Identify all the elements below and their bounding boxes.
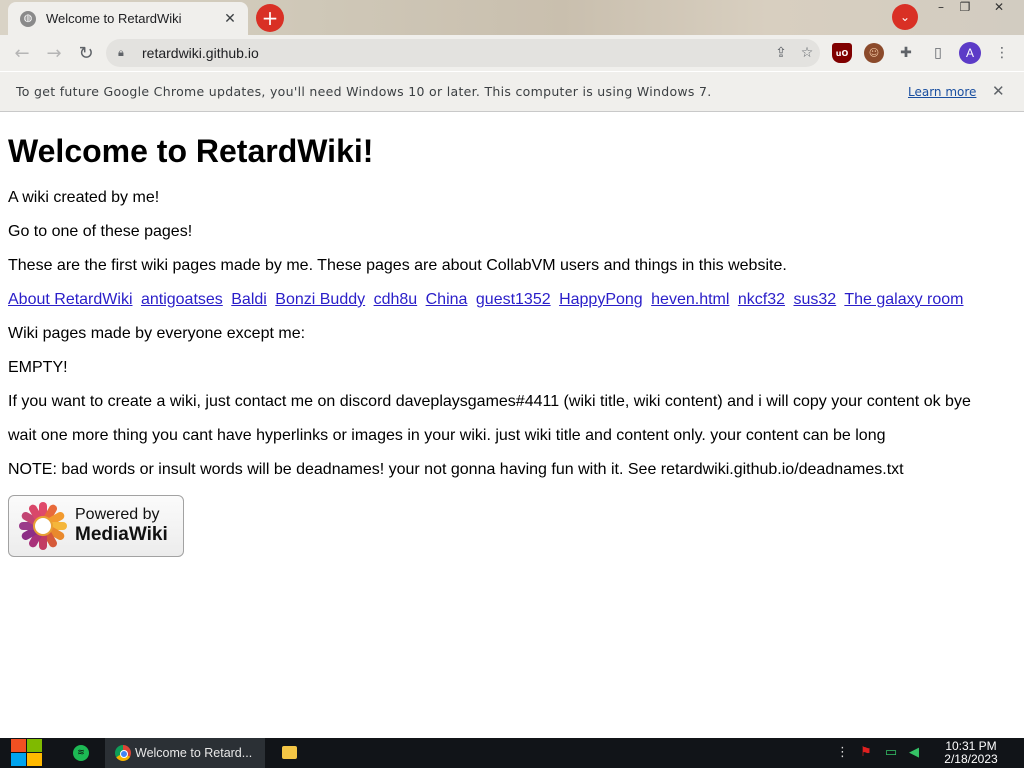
extension-avatar-icon[interactable]: ☺ bbox=[864, 43, 884, 63]
bad-words-note: NOTE: bad words or insult words will be … bbox=[8, 461, 904, 478]
learn-more-link[interactable]: Learn more bbox=[908, 85, 976, 99]
windows-start-icon[interactable] bbox=[10, 738, 44, 768]
puzzle-icon[interactable]: ✚ bbox=[896, 43, 916, 63]
mediawiki-logo-icon bbox=[19, 502, 67, 550]
link-heven-html[interactable]: heven.html bbox=[651, 291, 729, 308]
system-clock[interactable]: 10:31 PM 2/18/2023 bbox=[932, 740, 1010, 766]
url-text[interactable]: retardwiki.github.io bbox=[142, 45, 768, 61]
tab-strip: ◍ Welcome to RetardWiki ✕ + ⌄ – ❐ ✕ bbox=[0, 0, 1024, 35]
minimize-button[interactable]: – bbox=[930, 0, 952, 18]
taskbar: ≋ Welcome to Retard... ⋮ ⚑ ▭ ◀ 10:31 PM … bbox=[0, 738, 1024, 768]
star-icon[interactable]: ☆ bbox=[794, 45, 820, 61]
link-guest1352[interactable]: guest1352 bbox=[476, 291, 551, 308]
address-bar[interactable]: 🔒︎ retardwiki.github.io ⇪ ☆ bbox=[106, 39, 820, 67]
chrome-icon bbox=[115, 745, 131, 761]
side-panel-icon[interactable]: ▯ bbox=[928, 43, 948, 63]
link-antigoatses[interactable]: antigoatses bbox=[141, 291, 223, 308]
share-icon[interactable]: ⇪ bbox=[768, 45, 794, 61]
profile-avatar[interactable]: A bbox=[959, 42, 981, 64]
everyone-pages-text: Wiki pages made by everyone except me: bbox=[8, 325, 306, 342]
spotify-icon[interactable]: ≋ bbox=[73, 745, 89, 761]
close-icon[interactable]: ✕ bbox=[992, 82, 1005, 100]
window-close-button[interactable]: ✕ bbox=[986, 0, 1012, 18]
browser-tab[interactable]: ◍ Welcome to RetardWiki ✕ bbox=[8, 2, 248, 35]
link-sus32[interactable]: sus32 bbox=[793, 291, 836, 308]
link-happypong[interactable]: HappyPong bbox=[559, 291, 643, 308]
new-tab-button[interactable]: + bbox=[256, 4, 284, 32]
link-about-retardwiki[interactable]: About RetardWiki bbox=[8, 291, 133, 308]
globe-icon: ◍ bbox=[20, 10, 36, 27]
browser-toolbar: ← → ↻ 🔒︎ retardwiki.github.io ⇪ ☆ uO ☺ ✚… bbox=[0, 35, 1024, 71]
forward-arrow-icon[interactable]: → bbox=[38, 37, 70, 69]
volume-icon[interactable]: ◀ bbox=[906, 745, 922, 761]
link-the-galaxy-room[interactable]: The galaxy room bbox=[844, 291, 963, 308]
kebab-menu-icon[interactable]: ⋮ bbox=[992, 43, 1012, 63]
link-nkcf32[interactable]: nkcf32 bbox=[738, 291, 785, 308]
flag-icon[interactable]: ⚑ bbox=[858, 745, 874, 761]
close-icon[interactable]: ✕ bbox=[222, 11, 238, 27]
first-pages-note: These are the first wiki pages made by m… bbox=[8, 257, 787, 274]
powered-by-mediawiki-badge[interactable]: Powered by MediaWiki bbox=[8, 495, 184, 557]
link-baldi[interactable]: Baldi bbox=[231, 291, 267, 308]
taskbar-chrome-button[interactable]: Welcome to Retard... bbox=[105, 738, 265, 768]
create-wiki-note: If you want to create a wiki, just conta… bbox=[8, 393, 971, 410]
go-to-text: Go to one of these pages! bbox=[8, 223, 193, 240]
update-infobar: To get future Google Chrome updates, you… bbox=[0, 72, 1024, 112]
clock-date: 2/18/2023 bbox=[944, 752, 998, 766]
link-bonzi-buddy[interactable]: Bonzi Buddy bbox=[275, 291, 365, 308]
restore-button[interactable]: ❐ bbox=[954, 0, 976, 18]
tray-overflow-icon[interactable]: ⋮ bbox=[836, 745, 849, 761]
lock-icon[interactable]: 🔒︎ bbox=[118, 46, 130, 60]
page-title: Welcome to RetardWiki! bbox=[8, 133, 374, 169]
reload-icon[interactable]: ↻ bbox=[70, 37, 102, 69]
page-content: Welcome to RetardWiki! A wiki created by… bbox=[8, 113, 1018, 738]
intro-text: A wiki created by me! bbox=[8, 189, 160, 206]
empty-text: EMPTY! bbox=[8, 359, 68, 376]
taskbar-chrome-label: Welcome to Retard... bbox=[135, 746, 253, 760]
network-icon[interactable]: ▭ bbox=[882, 745, 900, 761]
wiki-links: About RetardWiki antigoatses Baldi Bonzi… bbox=[8, 291, 1018, 309]
tab-title: Welcome to RetardWiki bbox=[46, 11, 182, 26]
chevron-down-icon[interactable]: ⌄ bbox=[892, 4, 918, 30]
infobar-message: To get future Google Chrome updates, you… bbox=[16, 84, 712, 99]
ublock-icon[interactable]: uO bbox=[832, 43, 852, 63]
link-china[interactable]: China bbox=[426, 291, 468, 308]
back-arrow-icon[interactable]: ← bbox=[6, 37, 38, 69]
badge-line1: Powered by bbox=[75, 506, 160, 523]
link-cdh8u[interactable]: cdh8u bbox=[374, 291, 418, 308]
folder-icon[interactable] bbox=[282, 746, 297, 759]
badge-line2: MediaWiki bbox=[75, 524, 168, 545]
wait-note: wait one more thing you cant have hyperl… bbox=[8, 427, 886, 444]
